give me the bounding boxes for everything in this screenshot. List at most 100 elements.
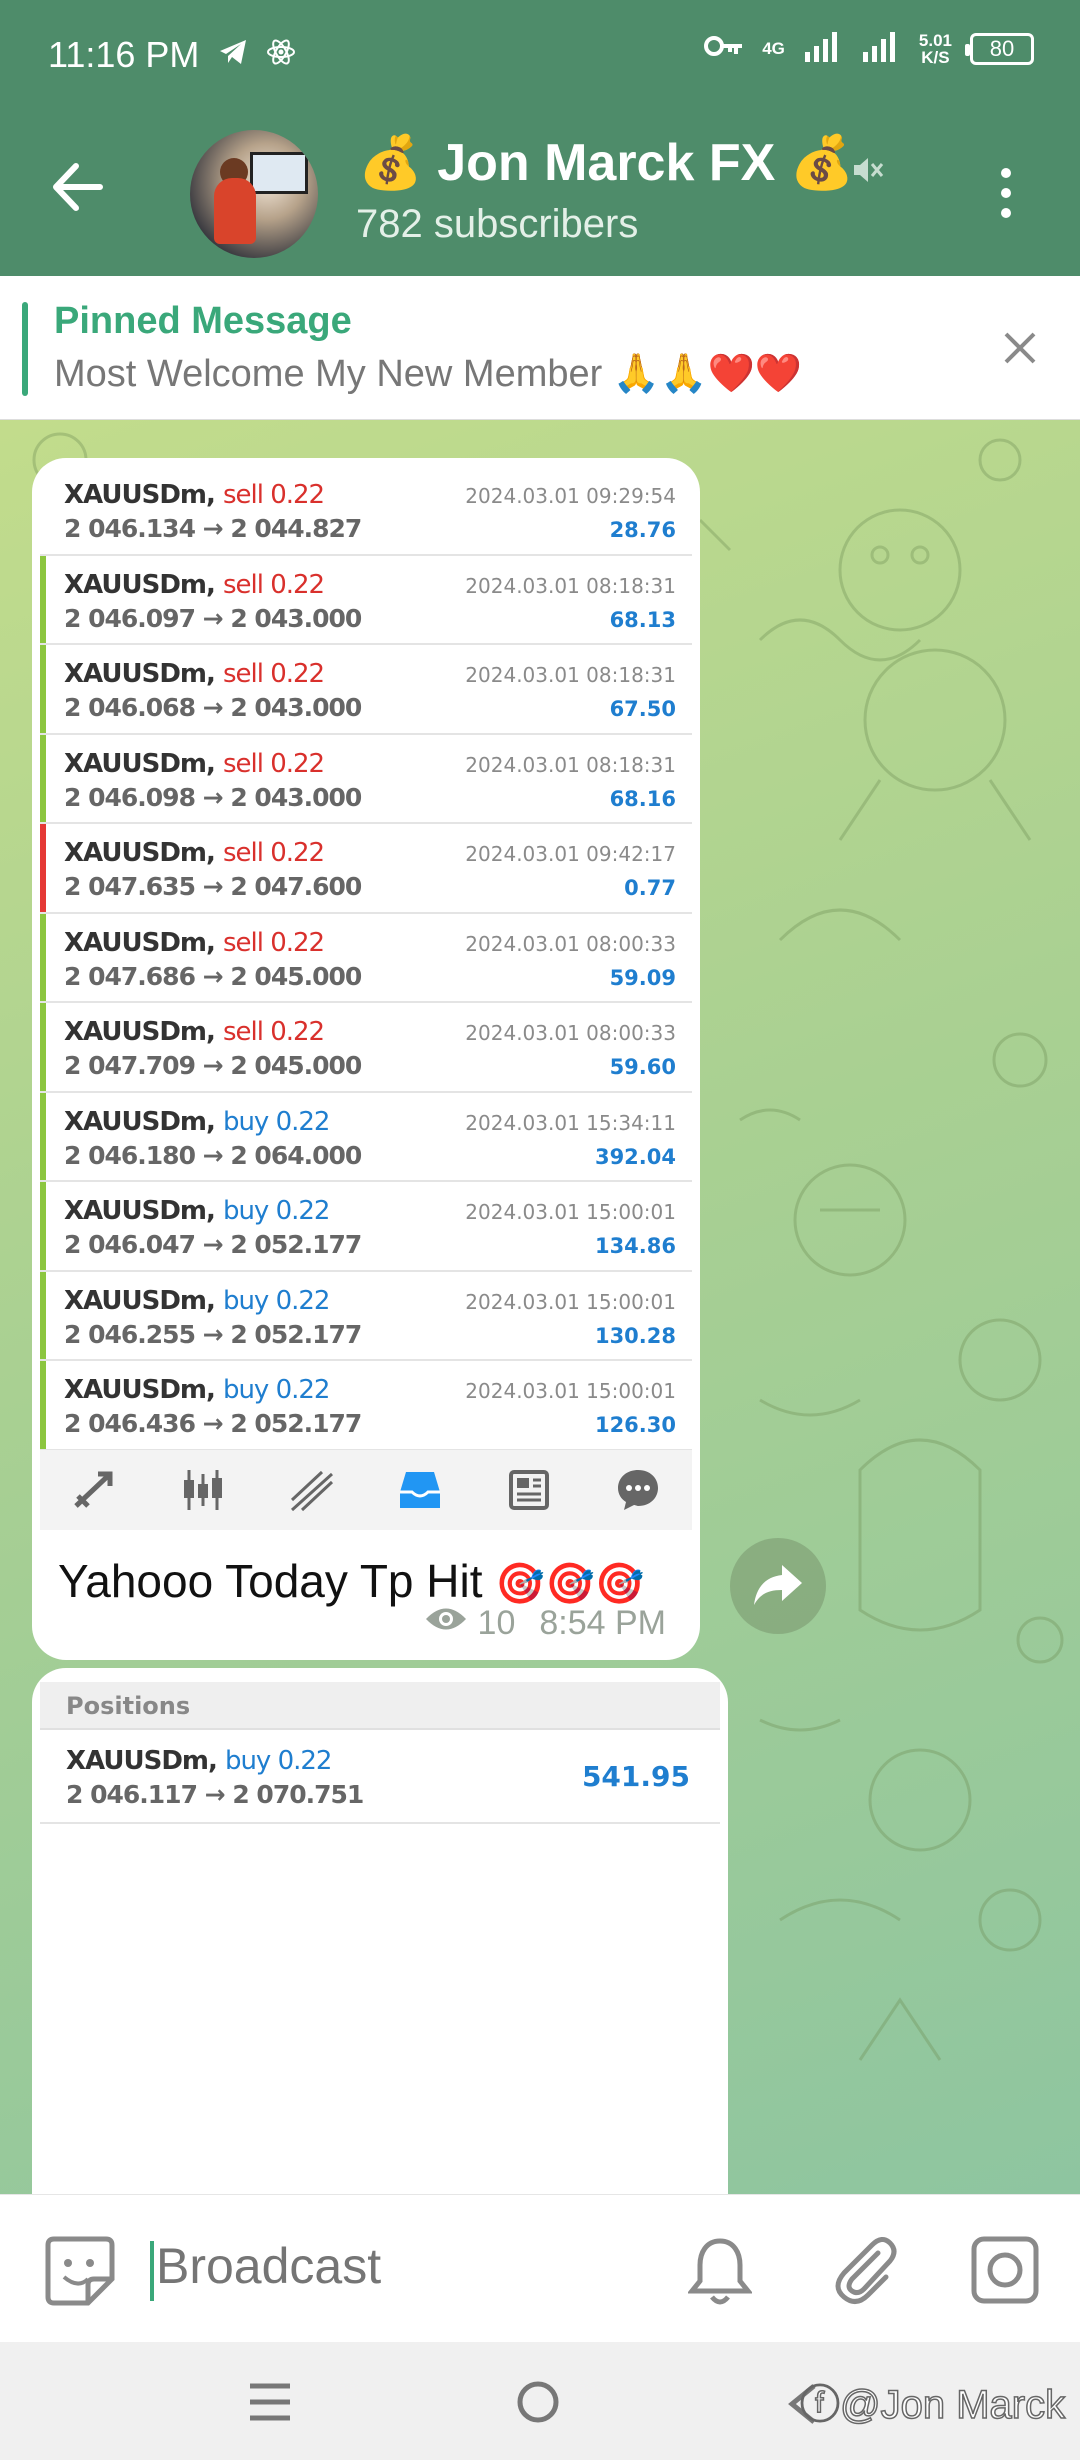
trade-direction: sell 0.22 bbox=[222, 569, 325, 600]
row-accent bbox=[40, 1003, 46, 1091]
trade-row[interactable]: XAUUSDm, buy 0.22 2 046.255 → 2 052.177 … bbox=[40, 1271, 692, 1361]
candlestick-icon bbox=[173, 1460, 233, 1520]
channel-avatar[interactable] bbox=[190, 130, 318, 258]
trade-arrows-icon bbox=[64, 1460, 124, 1520]
trade-prices: 2 046.255 → 2 052.177 bbox=[64, 1319, 362, 1349]
message-bubble-trades[interactable]: XAUUSDm, sell 0.22 2 046.134 → 2 044.827… bbox=[32, 458, 700, 1660]
trade-prices: 2 047.686 → 2 045.000 bbox=[64, 961, 362, 991]
atom-icon bbox=[266, 36, 296, 73]
row-accent bbox=[40, 555, 46, 643]
camera-icon[interactable] bbox=[970, 2235, 1040, 2310]
trade-row[interactable]: XAUUSDm, sell 0.22 2 046.134 → 2 044.827… bbox=[40, 466, 692, 556]
system-navigation-bar: ⓕ@Jon Marck bbox=[0, 2342, 1080, 2460]
trade-symbol: XAUUSDm, bbox=[64, 1375, 216, 1405]
trade-row[interactable]: XAUUSDm, buy 0.22 2 046.436 → 2 052.177 … bbox=[40, 1361, 692, 1451]
trade-date: 2024.03.01 09:42:17 bbox=[465, 842, 676, 866]
message-caption: Yahooo Today Tp Hit 🎯🎯🎯 bbox=[58, 1554, 645, 1608]
trade-profit: 126.30 bbox=[594, 1413, 676, 1437]
attach-icon[interactable] bbox=[828, 2233, 900, 2310]
watermark: ⓕ@Jon Marck bbox=[799, 2382, 1066, 2428]
trade-direction: sell 0.22 bbox=[222, 480, 325, 510]
trade-date: 2024.03.01 15:34:11 bbox=[465, 1110, 676, 1135]
caption-text: Yahooo Today Tp Hit bbox=[58, 1555, 483, 1607]
row-accent bbox=[40, 1092, 46, 1180]
trade-row[interactable]: XAUUSDm, sell 0.22 2 047.635 → 2 047.600… bbox=[40, 824, 692, 914]
row-accent bbox=[40, 1182, 46, 1270]
channel-title[interactable]: 💰 Jon Marck FX 💰 bbox=[358, 132, 855, 193]
pinned-indicator bbox=[22, 302, 28, 396]
trade-row[interactable]: XAUUSDm, buy 0.22 2 046.180 → 2 064.000 … bbox=[40, 1092, 692, 1182]
trade-profit: 28.76 bbox=[609, 518, 676, 542]
status-time: 11:16 PM bbox=[48, 34, 200, 75]
trade-symbol: XAUUSDm, bbox=[64, 1285, 216, 1316]
trade-symbol: XAUUSDm, bbox=[64, 838, 216, 868]
trade-row[interactable]: XAUUSDm, sell 0.22 2 046.068 → 2 043.000… bbox=[40, 645, 692, 735]
trade-date: 2024.03.01 09:29:54 bbox=[465, 484, 676, 508]
trade-symbol: XAUUSDm, bbox=[64, 569, 216, 600]
trade-date: 2024.03.01 15:00:01 bbox=[465, 1289, 676, 1314]
mt-toolbar bbox=[40, 1450, 692, 1530]
broadcast-input[interactable] bbox=[156, 2237, 636, 2295]
close-pinned-icon[interactable] bbox=[1000, 328, 1040, 373]
trade-row[interactable]: XAUUSDm, sell 0.22 2 046.098 → 2 043.000… bbox=[40, 734, 692, 824]
trade-date: 2024.03.01 08:18:31 bbox=[465, 663, 676, 687]
trade-direction: sell 0.22 bbox=[222, 927, 325, 958]
position-symbol: XAUUSDm, bbox=[66, 1746, 218, 1776]
trade-profit: 59.60 bbox=[609, 1055, 676, 1079]
trade-profit: 67.50 bbox=[609, 697, 676, 721]
trade-row[interactable]: XAUUSDm, buy 0.22 2 046.047 → 2 052.177 … bbox=[40, 1182, 692, 1272]
trade-direction: sell 0.22 bbox=[222, 748, 325, 779]
trade-date: 2024.03.01 15:00:01 bbox=[465, 1379, 676, 1403]
channel-header: 💰 Jon Marck FX 💰 782 subscribers bbox=[0, 110, 1080, 276]
speed-unit: K/S bbox=[921, 47, 950, 67]
muted-icon bbox=[848, 152, 884, 193]
position-row[interactable]: XAUUSDm, buy 0.22 2 046.117 → 2 070.751 … bbox=[40, 1730, 720, 1824]
trade-direction: buy 0.22 bbox=[222, 1106, 331, 1137]
more-options-icon[interactable] bbox=[996, 166, 1016, 225]
back-arrow-icon[interactable] bbox=[50, 162, 104, 217]
bell-icon[interactable] bbox=[686, 2235, 754, 2312]
row-accent bbox=[40, 1271, 46, 1359]
trade-profit: 392.04 bbox=[594, 1144, 676, 1169]
position-prices: 2 046.117 → 2 070.751 bbox=[66, 1780, 364, 1809]
row-accent bbox=[40, 645, 46, 733]
pinned-title: Pinned Message bbox=[54, 300, 352, 342]
trade-prices: 2 047.635 → 2 047.600 bbox=[64, 872, 362, 901]
row-accent bbox=[40, 734, 46, 822]
trade-date: 2024.03.01 08:18:31 bbox=[465, 573, 676, 598]
recent-apps-icon[interactable] bbox=[248, 2382, 292, 2427]
row-accent bbox=[40, 466, 46, 554]
sticker-icon[interactable] bbox=[44, 2235, 116, 2312]
trade-symbol: XAUUSDm, bbox=[64, 480, 216, 510]
trade-profit: 130.28 bbox=[594, 1323, 676, 1348]
message-time: 8:54 PM bbox=[539, 1604, 666, 1642]
trade-profit: 68.16 bbox=[609, 786, 676, 811]
trade-profit: 59.09 bbox=[609, 965, 676, 990]
share-arrow-icon bbox=[752, 1561, 804, 1612]
trade-prices: 2 046.047 → 2 052.177 bbox=[64, 1230, 362, 1259]
target-emoji: 🎯🎯🎯 bbox=[495, 1562, 645, 1606]
message-input-bar bbox=[0, 2194, 1080, 2342]
trade-symbol: XAUUSDm, bbox=[64, 1017, 216, 1047]
trade-row[interactable]: XAUUSDm, sell 0.22 2 047.709 → 2 045.000… bbox=[40, 1003, 692, 1093]
signal-icon-2 bbox=[861, 30, 901, 67]
position-direction: buy 0.22 bbox=[224, 1746, 333, 1776]
trade-row[interactable]: XAUUSDm, sell 0.22 2 046.097 → 2 043.000… bbox=[40, 555, 692, 645]
pinned-message-bar[interactable]: Pinned Message Most Welcome My New Membe… bbox=[0, 276, 1080, 420]
row-accent bbox=[40, 1361, 46, 1449]
home-icon[interactable] bbox=[514, 2378, 562, 2431]
message-bubble-positions[interactable]: Positions XAUUSDm, buy 0.22 2 046.117 → … bbox=[32, 1668, 728, 2194]
telegram-icon bbox=[218, 38, 248, 71]
trade-direction: buy 0.22 bbox=[222, 1196, 331, 1226]
trade-direction: buy 0.22 bbox=[222, 1375, 331, 1405]
share-button[interactable] bbox=[730, 1538, 826, 1634]
row-accent bbox=[40, 824, 46, 912]
trade-history-list: XAUUSDm, sell 0.22 2 046.134 → 2 044.827… bbox=[40, 466, 692, 1451]
trade-prices: 2 046.436 → 2 052.177 bbox=[64, 1409, 362, 1438]
trade-row[interactable]: XAUUSDm, sell 0.22 2 047.686 → 2 045.000… bbox=[40, 913, 692, 1003]
view-count: 10 bbox=[477, 1604, 516, 1642]
vpn-key-icon bbox=[704, 34, 744, 63]
status-bar: 11:16 PM 4G 5.01 K/S 80 bbox=[0, 0, 1080, 110]
chat-area[interactable]: XAUUSDm, sell 0.22 2 046.134 → 2 044.827… bbox=[0, 420, 1080, 2194]
battery-indicator: 80 bbox=[965, 32, 1034, 65]
